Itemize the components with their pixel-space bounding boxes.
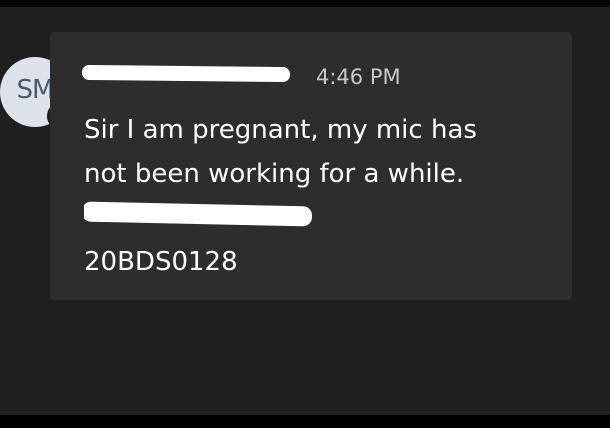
message-bubble[interactable]: 4:46 PM Sir I am pregnant, my mic has no… (50, 32, 572, 300)
bottom-strip (0, 415, 610, 428)
avatar-initials: SM (16, 75, 55, 105)
line-redaction (84, 201, 313, 227)
message-timestamp: 4:46 PM (316, 65, 401, 89)
message-body: Sir I am pregnant, my mic has not been w… (84, 108, 554, 284)
top-strip (0, 0, 610, 7)
sender-name[interactable] (82, 64, 302, 90)
sender-name-redaction (82, 64, 291, 83)
message-line: 20BDS0128 (84, 247, 238, 277)
message-header: 4:46 PM (82, 62, 401, 92)
message-line: not been working for a while. (84, 159, 465, 189)
message-line: Sir I am pregnant, my mic has (84, 115, 477, 145)
message-line-redacted (84, 196, 344, 240)
chat-screen: SM 4:46 PM Sir I am pregnant, my mic has… (0, 0, 610, 415)
